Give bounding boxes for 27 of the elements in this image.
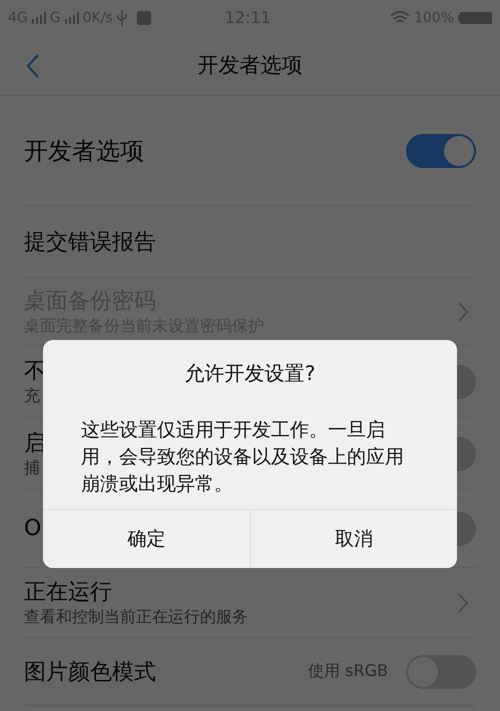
- toggle-switch[interactable]: [406, 134, 476, 168]
- back-icon[interactable]: [26, 53, 40, 79]
- item-title: O: [24, 516, 42, 541]
- chevron-icon: [458, 592, 468, 612]
- dialog-button[interactable]: 取消: [250, 510, 457, 568]
- item-subtitle: 充: [24, 386, 40, 407]
- item-value: 使用 sRGB: [308, 661, 388, 682]
- wifi-icon: [390, 10, 410, 24]
- item-title: 开发者选项: [24, 136, 144, 166]
- dialog-title: 允许开发设置?: [184, 360, 316, 387]
- page-title: 开发者选项: [198, 52, 302, 79]
- settings-row[interactable]: 开发者选项: [24, 96, 476, 206]
- signal-icon: [64, 12, 79, 24]
- item-title: 正在运行: [24, 579, 112, 607]
- usb-icon: [116, 10, 127, 26]
- battery-icon: [458, 10, 492, 24]
- settings-row[interactable]: 图片颜色模式 使用 sRGB: [24, 638, 476, 706]
- item-title: 图片颜色模式: [24, 658, 156, 686]
- item-subtitle: 捕: [24, 458, 40, 479]
- item-title: 提交错误报告: [24, 228, 156, 256]
- signal-icon: [32, 12, 46, 24]
- item-title: 不: [24, 358, 46, 386]
- dialog-message: 这些设置仅适用于开发工作。一旦启用，会导致您的设备以及设备上的应用崩溃或出现异常。: [81, 418, 405, 497]
- image-icon: [136, 10, 151, 24]
- item-subtitle: 查看和控制当前正在运行的服务: [24, 607, 248, 628]
- chevron-icon: [458, 302, 468, 322]
- settings-row[interactable]: 提交错误报告: [24, 206, 476, 278]
